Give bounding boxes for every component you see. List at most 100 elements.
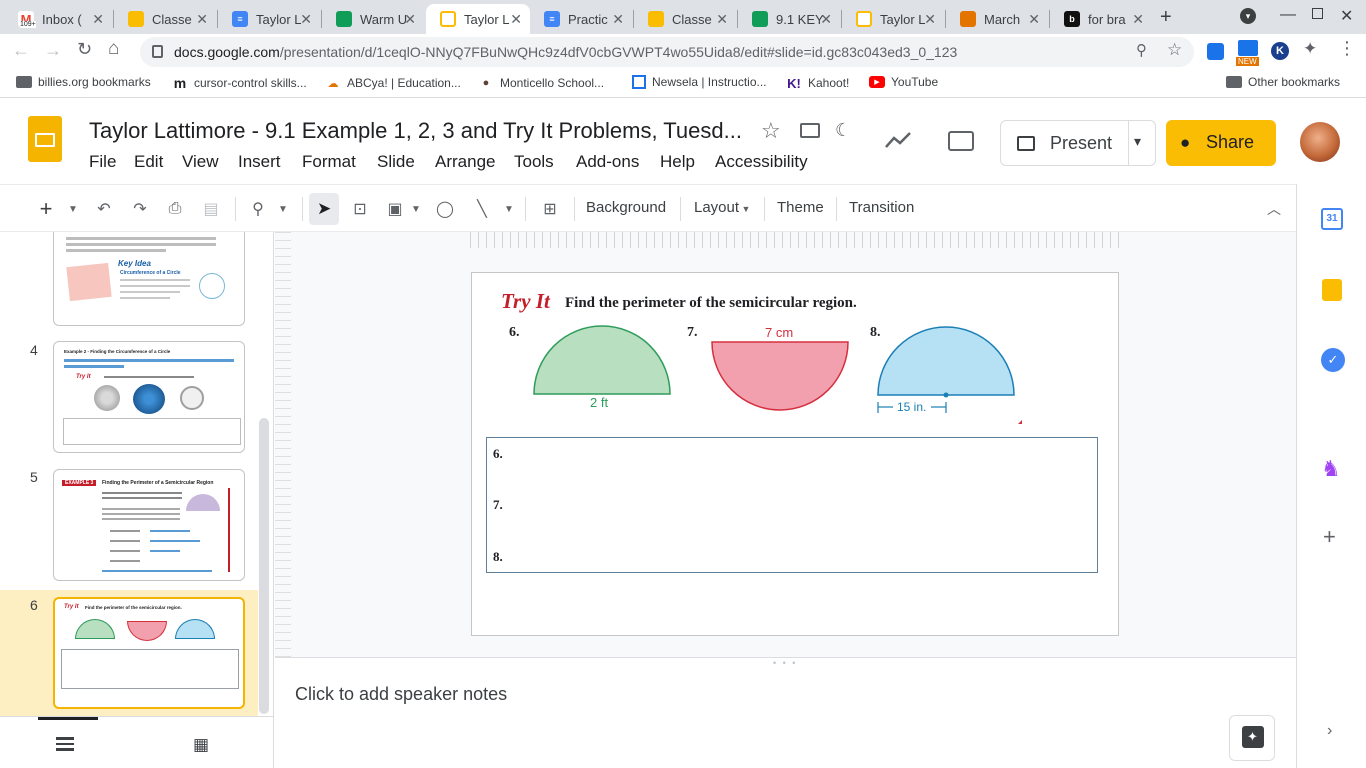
text-box-icon[interactable]: ⊡ [348, 197, 372, 221]
expand-panel-icon[interactable]: › [1327, 722, 1332, 740]
browser-tab[interactable]: b for bra ✕ [1050, 4, 1152, 34]
close-tab-icon[interactable]: ✕ [404, 11, 416, 28]
bookmark-link[interactable]: ▶ YouTube [869, 75, 938, 89]
close-tab-icon[interactable]: ✕ [92, 11, 104, 28]
explore-button[interactable]: ✦ [1229, 715, 1275, 761]
bookmark-link[interactable]: ☁ ABCya! | Education... [325, 75, 461, 91]
share-button[interactable]: ● Share [1166, 120, 1276, 166]
zoom-icon[interactable]: ⚲ [246, 197, 270, 221]
activity-trend-icon[interactable] [884, 130, 912, 150]
browser-tab[interactable]: Classe ✕ [634, 4, 736, 34]
close-tab-icon[interactable]: ✕ [924, 11, 936, 28]
present-button[interactable]: Present ▾ [1000, 120, 1156, 166]
star-icon[interactable]: ☆ [761, 118, 781, 144]
bookmark-folder[interactable]: billies.org bookmarks [16, 75, 151, 89]
browser-tab-active[interactable]: Taylor L ✕ [426, 4, 530, 34]
keep-icon[interactable] [1322, 279, 1342, 301]
line-icon[interactable]: ╲ [470, 197, 494, 221]
bookmark-star-icon[interactable]: ☆ [1167, 40, 1182, 60]
extension-new-icon[interactable] [1238, 40, 1258, 56]
home-icon[interactable]: ⌂ [108, 38, 119, 60]
cloud-status-icon[interactable]: ☾ [835, 120, 851, 141]
answer-box[interactable]: 6. 7. 8. [486, 437, 1098, 573]
tasks-icon[interactable]: ✓ [1321, 348, 1345, 372]
menu-edit[interactable]: Edit [134, 152, 163, 172]
browser-tab[interactable]: March ✕ [946, 4, 1048, 34]
back-icon[interactable]: ← [12, 40, 30, 61]
line-dropdown-icon[interactable]: ▼ [502, 197, 516, 221]
document-title[interactable]: Taylor Lattimore - 9.1 Example 1, 2, 3 a… [89, 118, 742, 144]
address-bar[interactable]: docs.google.com/presentation/d/1ceqlO-NN… [140, 37, 1194, 67]
layout-dropdown-icon[interactable]: ▼ [740, 197, 752, 221]
print-icon[interactable]: ⎙ [163, 197, 187, 221]
present-dropdown-icon[interactable]: ▾ [1134, 133, 1141, 150]
browser-tab[interactable]: ≡ Practic ✕ [530, 4, 632, 34]
browser-tab[interactable]: 9.1 KEY ✕ [738, 4, 840, 34]
menu-arrange[interactable]: Arrange [435, 152, 495, 172]
calendar-icon[interactable]: 31 [1321, 208, 1343, 230]
browser-tab[interactable]: Classe ✕ [114, 4, 216, 34]
bookmark-link[interactable]: m cursor-control skills... [172, 75, 307, 91]
filmstrip-view-icon[interactable] [56, 737, 74, 751]
browser-tab[interactable]: Taylor L ✕ [842, 4, 944, 34]
speaker-notes[interactable]: • • • Click to add speaker notes ✦ [275, 657, 1296, 768]
image-dropdown-icon[interactable]: ▼ [409, 197, 423, 221]
close-tab-icon[interactable]: ✕ [612, 11, 624, 28]
comments-icon[interactable] [948, 131, 974, 151]
get-addons-icon[interactable]: + [1323, 524, 1336, 550]
collapse-toolbar-icon[interactable]: ︿ [1262, 197, 1286, 221]
background-button[interactable]: Background [586, 199, 666, 216]
menu-accessibility[interactable]: Accessibility [715, 152, 808, 172]
theme-button[interactable]: Theme [777, 199, 824, 216]
browser-menu-icon[interactable]: ⋮ [1338, 38, 1356, 59]
slides-logo-icon[interactable] [28, 116, 62, 162]
undo-icon[interactable]: ↶ [92, 197, 116, 221]
close-tab-icon[interactable]: ✕ [300, 11, 312, 28]
shape-icon[interactable]: ◯ [433, 197, 457, 221]
transition-button[interactable]: Transition [849, 199, 914, 216]
close-tab-icon[interactable]: ✕ [716, 11, 728, 28]
new-slide-dropdown-icon[interactable]: ▼ [66, 197, 80, 221]
slide[interactable]: Try It Find the perimeter of the semicir… [471, 272, 1119, 636]
select-tool[interactable]: ➤ [309, 193, 339, 225]
paint-format-icon[interactable]: ▤ [199, 197, 223, 221]
menu-format[interactable]: Format [302, 152, 356, 172]
filmstrip-scrollbar[interactable] [259, 418, 269, 714]
browser-tab[interactable]: Warm U ✕ [322, 4, 424, 34]
menu-view[interactable]: View [182, 152, 219, 172]
menu-slide[interactable]: Slide [377, 152, 415, 172]
bookmark-link[interactable]: ● Monticello School... [478, 75, 604, 91]
move-folder-icon[interactable] [800, 123, 820, 138]
redo-icon[interactable]: ↷ [128, 197, 152, 221]
other-bookmarks[interactable]: Other bookmarks [1226, 75, 1340, 89]
extension-screen-icon[interactable] [1207, 43, 1224, 60]
close-tab-icon[interactable]: ✕ [1028, 11, 1040, 28]
restore-icon[interactable] [1312, 8, 1323, 19]
slide-thumbnail[interactable]: EXAMPLE 3 Finding the Perimeter of a Sem… [53, 469, 245, 581]
bookmark-link[interactable]: K! Kahoot! [786, 75, 849, 91]
tab-search-icon[interactable]: ▾ [1240, 8, 1256, 24]
browser-tab[interactable]: ≡ Taylor L ✕ [218, 4, 320, 34]
close-tab-icon[interactable]: ✕ [820, 11, 832, 28]
slide-thumbnail-selected[interactable]: Try It Find the perimeter of the semicir… [53, 597, 245, 709]
close-tab-icon[interactable]: ✕ [510, 11, 522, 28]
image-icon[interactable]: ▣ [383, 197, 407, 221]
close-window-icon[interactable]: ✕ [1340, 6, 1353, 26]
extension-k-icon[interactable]: K [1271, 42, 1289, 60]
grid-view-icon[interactable]: ▦ [193, 735, 209, 755]
add-comment-icon[interactable]: ⊞ [538, 197, 562, 221]
menu-tools[interactable]: Tools [514, 152, 554, 172]
unicorn-addon-icon[interactable]: ♞ [1321, 456, 1341, 482]
slide-thumbnail[interactable]: Key Idea Circumference of a Circle [53, 232, 245, 326]
browser-tab[interactable]: M Inbox ( ✕ 109+ [4, 4, 112, 34]
menu-file[interactable]: File [89, 152, 116, 172]
notes-resize-handle[interactable]: • • • [773, 658, 797, 668]
bookmark-link[interactable]: Newsela | Instructio... [632, 75, 767, 89]
menu-help[interactable]: Help [660, 152, 695, 172]
layout-button[interactable]: Layout [694, 199, 739, 216]
close-tab-icon[interactable]: ✕ [1132, 11, 1144, 28]
new-tab-icon[interactable]: + [1160, 6, 1172, 29]
zoom-icon[interactable]: ⚲ [1136, 41, 1147, 59]
reload-icon[interactable]: ↻ [77, 39, 92, 60]
menu-add-ons[interactable]: Add-ons [576, 152, 639, 172]
